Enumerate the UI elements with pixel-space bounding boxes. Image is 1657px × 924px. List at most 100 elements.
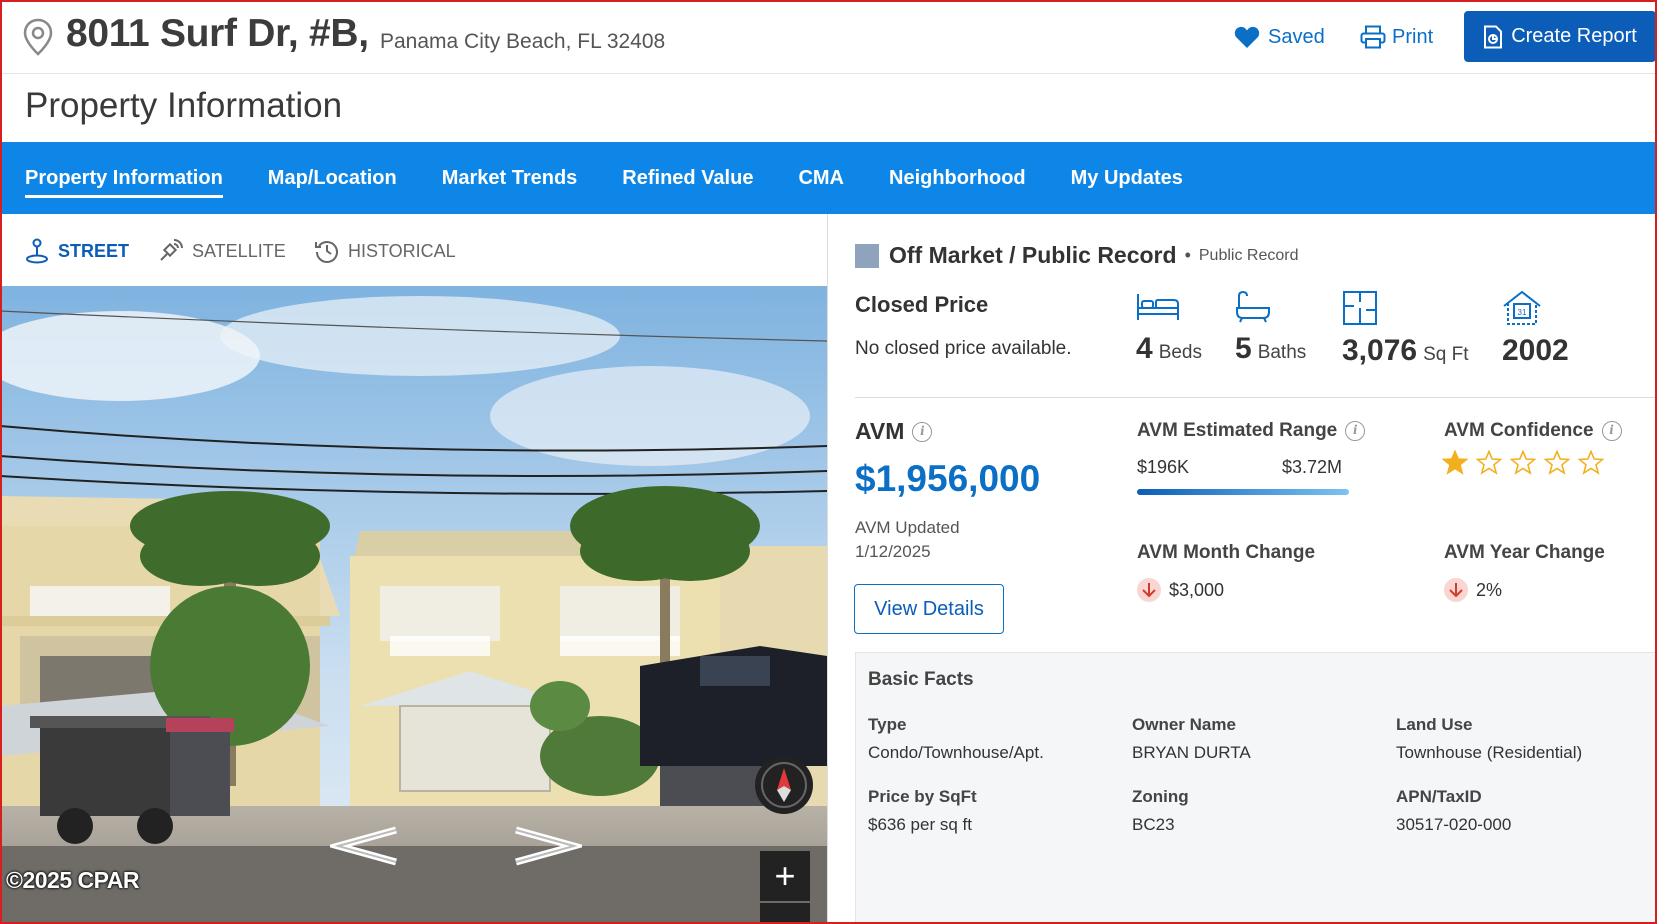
year-built-value: 2002 — [1502, 334, 1569, 367]
avm-label: AVM i — [855, 418, 933, 445]
status-label: Off Market / Public Record — [889, 242, 1177, 268]
heart-icon — [1234, 26, 1260, 48]
details-panel: Off Market / Public Record • Public Reco… — [827, 214, 1657, 924]
fact-owner-value: BRYAN DURTA — [1132, 743, 1251, 762]
basic-facts-title: Basic Facts — [868, 669, 974, 690]
closed-price-title: Closed Price — [855, 292, 989, 317]
view-tab-street[interactable]: STREET — [24, 238, 129, 264]
previous-arrow-icon[interactable] — [330, 826, 400, 866]
compass-icon — [761, 762, 807, 808]
avm-year-change-value: 2% — [1476, 579, 1503, 600]
avm-range-info-icon[interactable]: i — [1345, 421, 1366, 441]
star-filled-icon — [1442, 450, 1468, 475]
view-tabs: STREET SATELLITE HISTORICAL — [0, 214, 827, 286]
fact-type: Type Condo/Townhouse/Apt. — [868, 715, 1044, 763]
baths-stat: 5 Baths — [1235, 290, 1306, 366]
fact-zoning: Zoning BC23 — [1132, 787, 1189, 835]
avm-confidence-stars — [1442, 450, 1612, 476]
avm-confidence-label: AVM Confidence i — [1444, 420, 1622, 442]
avm-range-label-text: AVM Estimated Range — [1137, 420, 1338, 441]
fact-price-sqft-value: $636 per sq ft — [868, 815, 972, 834]
fact-type-label: Type — [868, 715, 907, 734]
fact-price-sqft-label: Price by SqFt — [868, 787, 977, 806]
tab-map-location[interactable]: Map/Location — [268, 159, 397, 198]
avm-year-change: 2% — [1444, 578, 1502, 602]
tab-market-trends[interactable]: Market Trends — [442, 159, 578, 198]
street-view-photo[interactable]: + ©2025 CPAR — [0, 286, 827, 924]
tab-refined-value[interactable]: Refined Value — [622, 159, 753, 198]
photo-panel: STREET SATELLITE HISTORICAL + ©2025 CPAR — [0, 214, 827, 924]
avm-label-text: AVM — [855, 418, 905, 444]
bed-icon — [1137, 294, 1179, 320]
avm-info-icon[interactable]: i — [912, 421, 933, 442]
property-header: 8011 Surf Dr, #B, Panama City Beach, FL … — [0, 0, 1657, 74]
down-arrow-icon — [1137, 578, 1161, 602]
view-tab-satellite-label: SATELLITE — [192, 240, 286, 261]
report-icon — [1484, 25, 1503, 48]
calendar-house-icon: 31 — [1503, 290, 1541, 325]
history-clock-icon — [315, 241, 338, 263]
satellite-icon — [160, 239, 183, 261]
tab-my-updates[interactable]: My Updates — [1071, 159, 1183, 198]
avm-range-label: AVM Estimated Range i — [1137, 420, 1366, 442]
fact-zoning-label: Zoning — [1132, 787, 1189, 806]
basic-facts-card: Basic Facts Type Condo/Townhouse/Apt. Ow… — [855, 652, 1657, 924]
view-details-button[interactable]: View Details — [854, 584, 1004, 634]
star-empty-icon — [1578, 450, 1604, 475]
main-nav: Property Information Map/Location Market… — [0, 142, 1657, 214]
fact-land-use-value: Townhouse (Residential) — [1396, 743, 1583, 762]
fact-owner-label: Owner Name — [1132, 715, 1236, 734]
fact-owner: Owner Name BRYAN DURTA — [1132, 715, 1251, 763]
avm-range-high: $3.72M — [1282, 457, 1343, 477]
bathtub-icon — [1236, 290, 1270, 323]
tab-property-information[interactable]: Property Information — [25, 159, 223, 198]
sqft-unit: Sq Ft — [1423, 344, 1469, 365]
avm-range-low: $196K — [1137, 457, 1190, 477]
fact-price-sqft: Price by SqFt $636 per sq ft — [868, 787, 977, 835]
next-arrow-icon[interactable] — [512, 826, 582, 866]
avm-year-change-label: AVM Year Change — [1444, 542, 1605, 563]
fact-type-value: Condo/Townhouse/Apt. — [868, 743, 1044, 762]
fact-apn: APN/TaxID 30517-020-000 — [1396, 787, 1511, 835]
baths-value: 5 — [1235, 332, 1252, 365]
view-tab-historical-label: HISTORICAL — [348, 240, 456, 261]
tab-cma[interactable]: CMA — [798, 159, 844, 198]
fact-land-use-label: Land Use — [1396, 715, 1473, 734]
printer-icon — [1360, 25, 1386, 49]
avm-updated-label: AVM Updated — [855, 518, 960, 537]
floorplan-icon — [1343, 291, 1377, 325]
star-empty-icon — [1510, 450, 1536, 475]
create-report-button[interactable]: Create Report — [1464, 11, 1656, 62]
tab-neighborhood[interactable]: Neighborhood — [889, 159, 1026, 198]
street-person-icon — [26, 238, 48, 264]
avm-confidence-info-icon[interactable]: i — [1601, 421, 1622, 441]
street-view-image — [0, 286, 827, 924]
avm-updated-date: 1/12/2025 — [855, 542, 931, 561]
listing-status: Off Market / Public Record • Public Reco… — [855, 242, 1298, 269]
zoom-out-button[interactable] — [760, 903, 810, 924]
fact-apn-label: APN/TaxID — [1396, 787, 1482, 806]
print-label: Print — [1392, 25, 1434, 48]
saved-button[interactable]: Saved — [1234, 22, 1325, 52]
page-title: Property Information — [25, 86, 343, 125]
avm-range-bar — [1137, 489, 1349, 495]
down-arrow-icon — [1444, 578, 1468, 602]
avm-month-change-label: AVM Month Change — [1137, 542, 1316, 563]
sqft-stat: 3,076 Sq Ft — [1342, 290, 1468, 368]
avm-confidence-label-text: AVM Confidence — [1444, 420, 1594, 441]
star-empty-icon — [1544, 450, 1570, 475]
status-separator: • — [1184, 245, 1191, 265]
baths-unit: Baths — [1257, 342, 1307, 363]
zoom-in-button[interactable]: + — [760, 851, 810, 901]
view-tab-historical[interactable]: HISTORICAL — [314, 238, 456, 264]
view-tab-street-label: STREET — [58, 240, 130, 261]
fact-zoning-value: BC23 — [1132, 815, 1175, 834]
closed-price-text: No closed price available. — [855, 338, 1072, 359]
avm-month-change-value: $3,000 — [1169, 579, 1225, 600]
address-city: Panama City Beach, FL 32408 — [380, 30, 666, 53]
photo-credit: ©2025 CPAR — [6, 867, 139, 893]
print-button[interactable]: Print — [1360, 22, 1433, 52]
view-tab-satellite[interactable]: SATELLITE — [158, 238, 286, 264]
compass-control[interactable] — [755, 756, 813, 814]
sqft-value: 3,076 — [1342, 334, 1418, 367]
